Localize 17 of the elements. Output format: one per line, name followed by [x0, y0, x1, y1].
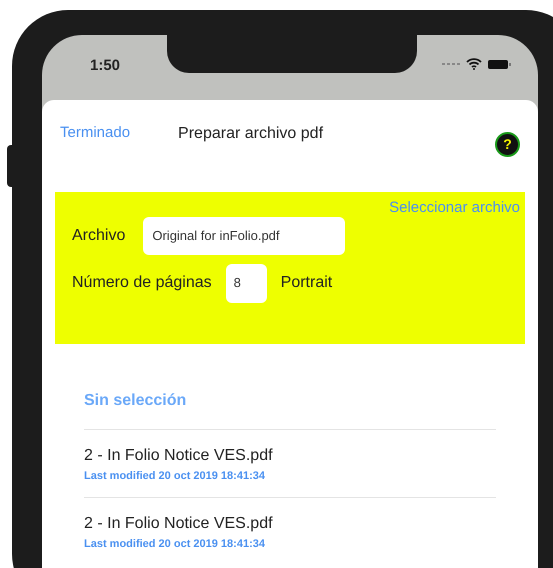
file-name: 2 - In Folio Notice VES.pdf [84, 446, 274, 466]
pages-label: Número de páginas [72, 273, 212, 293]
file-label: Archivo [72, 226, 126, 246]
file-field[interactable]: Original for inFolio.pdf [143, 216, 346, 254]
file-name: 2 - In Folio Notice VES.pdf [84, 514, 274, 534]
sheet-title: Preparar archivo pdf [178, 124, 324, 144]
file-row[interactable]: 2 - In Folio Notice VES.pdf Last modified 20 oct 2019 18:41:34 [84, 497, 496, 565]
list-header: Sin selección [84, 391, 188, 411]
help-button[interactable]: ? [495, 132, 520, 157]
file-row[interactable]: 2 - In Folio Notice VES.pdf Last modified 20 oct 2019 18:41:34 [84, 429, 496, 497]
status-time: 1:50 [90, 56, 120, 76]
battery-icon [488, 58, 512, 70]
modified-date: Last modified 20 oct 2019 18:41:34 [84, 537, 266, 552]
wifi-icon [466, 58, 482, 70]
orientation-label: Portrait [280, 273, 332, 293]
modified-date: Last modified 20 oct 2019 18:41:34 [84, 469, 266, 484]
pages-field[interactable]: 8 [226, 264, 267, 302]
